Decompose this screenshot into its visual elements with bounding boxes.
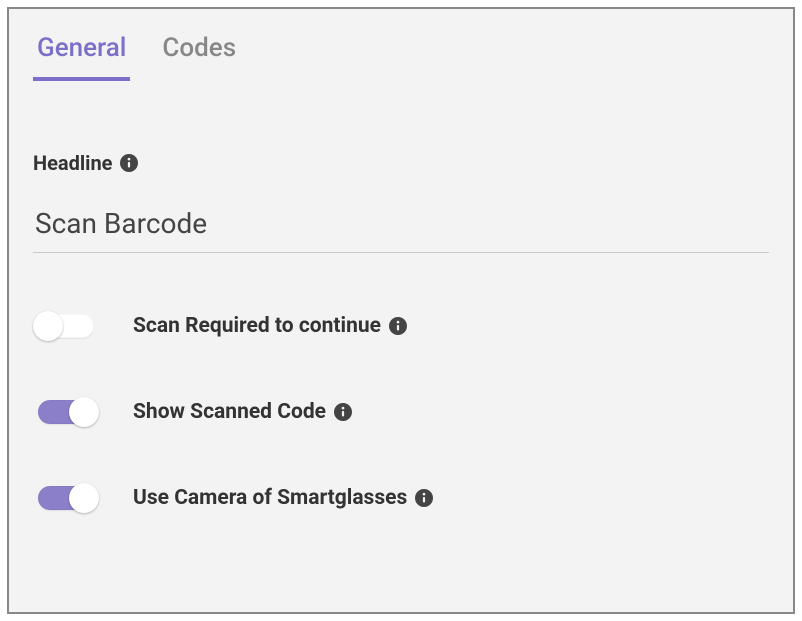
headline-section: Headline: [33, 151, 769, 253]
headline-input[interactable]: [33, 199, 769, 253]
info-icon[interactable]: [334, 403, 352, 421]
toggle-use-camera[interactable]: [33, 483, 99, 513]
info-icon[interactable]: [415, 489, 433, 507]
toggle-scan-required[interactable]: [33, 311, 99, 341]
tab-bar: General Codes: [33, 21, 769, 81]
settings-panel: General Codes Headline Scan Required to …: [7, 7, 795, 614]
label-text: Show Scanned Code: [133, 400, 326, 424]
toggle-row-scan-required: Scan Required to continue: [33, 311, 769, 341]
label-text: Scan Required to continue: [133, 314, 381, 338]
toggle-label-use-camera: Use Camera of Smartglasses: [133, 486, 433, 510]
tab-general[interactable]: General: [33, 21, 130, 81]
toggle-row-use-camera: Use Camera of Smartglasses: [33, 483, 769, 513]
info-icon[interactable]: [389, 317, 407, 335]
headline-label-row: Headline: [33, 151, 769, 175]
toggle-label-show-scanned: Show Scanned Code: [133, 400, 352, 424]
toggle-row-show-scanned: Show Scanned Code: [33, 397, 769, 427]
toggle-label-scan-required: Scan Required to continue: [133, 314, 407, 338]
toggle-show-scanned[interactable]: [33, 397, 99, 427]
headline-label: Headline: [33, 151, 112, 175]
label-text: Use Camera of Smartglasses: [133, 486, 407, 510]
tab-codes[interactable]: Codes: [158, 21, 240, 81]
info-icon[interactable]: [120, 154, 138, 172]
